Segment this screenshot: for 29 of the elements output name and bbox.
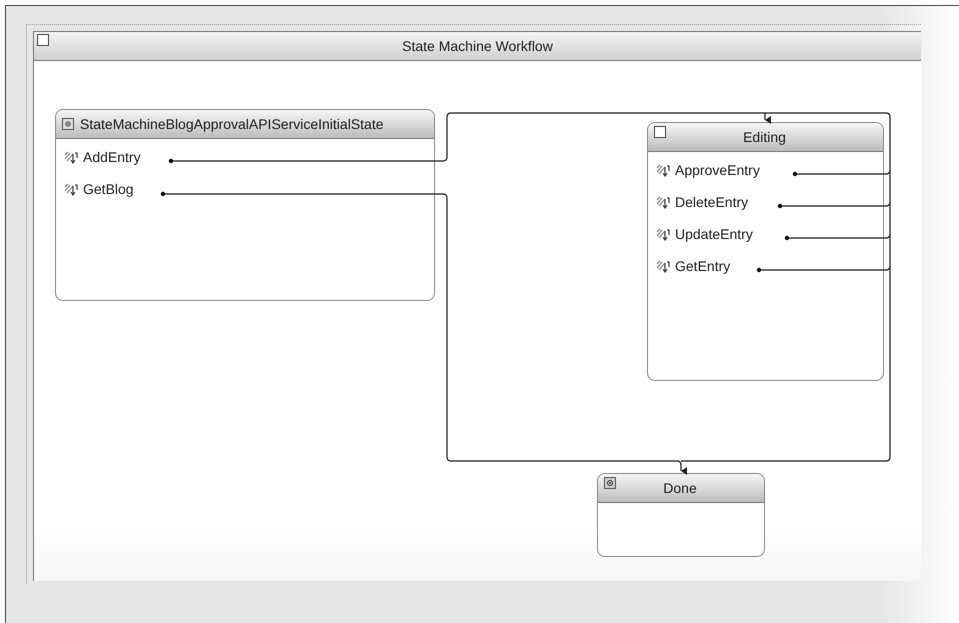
state-title: Editing xyxy=(743,129,786,145)
connection-dot[interactable] xyxy=(168,158,174,164)
connection-dot[interactable] xyxy=(778,204,782,208)
connection-dot[interactable] xyxy=(756,268,762,272)
state-icon xyxy=(654,126,666,138)
event-icon xyxy=(656,196,670,208)
workflow-title: State Machine Workflow xyxy=(402,38,553,54)
connection-dot[interactable] xyxy=(792,172,798,176)
event-name[interactable]: AddEntry xyxy=(83,149,141,165)
event-icon xyxy=(656,260,670,272)
state-title: Done xyxy=(663,480,697,496)
event-icon xyxy=(64,150,78,164)
event-name[interactable]: GetEntry xyxy=(675,258,730,274)
state-box[interactable]: StateMachineBlogApprovalAPIServiceInitialState AddEntry GetBlog xyxy=(55,109,435,301)
state-box[interactable]: Done xyxy=(597,473,765,557)
state-title: StateMachineBlogApprovalAPIServiceInitialState xyxy=(80,116,384,132)
event-icon xyxy=(656,164,670,176)
initial-state-icon xyxy=(62,118,74,130)
square-icon xyxy=(37,34,49,46)
event-name[interactable]: DeleteEntry xyxy=(675,194,748,210)
connection-dot[interactable] xyxy=(160,192,166,196)
connection-dot[interactable] xyxy=(784,236,790,240)
state-box[interactable]: Editing ApproveEntry DeleteEntry UpdateEntry GetEntry xyxy=(647,122,884,381)
event-name[interactable]: UpdateEntry xyxy=(675,226,753,242)
event-icon xyxy=(656,228,670,240)
event-name[interactable]: GetBlog xyxy=(83,181,134,197)
final-state-icon xyxy=(604,477,616,489)
event-icon xyxy=(64,182,78,196)
event-name[interactable]: ApproveEntry xyxy=(675,162,760,178)
